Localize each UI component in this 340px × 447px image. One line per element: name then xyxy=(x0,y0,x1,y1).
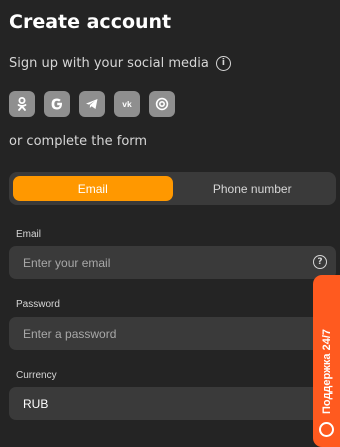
vk-icon: vk xyxy=(122,99,132,109)
email-field[interactable] xyxy=(23,255,322,270)
social-buttons: vk xyxy=(9,91,175,117)
currency-label: Currency xyxy=(16,370,57,381)
telegram-icon xyxy=(86,99,98,109)
social-signup-label: Sign up with your social media xyxy=(9,56,209,71)
social-signup-header: Sign up with your social media i xyxy=(9,56,231,71)
vk-button[interactable]: vk xyxy=(114,91,140,117)
email-field-container: ? xyxy=(9,246,336,279)
currency-select[interactable]: RUB xyxy=(9,387,336,420)
currency-value: RUB xyxy=(23,396,49,411)
chat-icon xyxy=(319,422,334,437)
svg-text:vk: vk xyxy=(122,99,132,109)
form-divider-text: or complete the form xyxy=(9,134,148,149)
google-button[interactable] xyxy=(44,91,70,117)
odnoklassniki-button[interactable] xyxy=(9,91,35,117)
mailru-icon xyxy=(155,97,169,111)
email-label: Email xyxy=(16,229,42,240)
support-button[interactable]: Поддержка 24/7 xyxy=(313,275,340,447)
password-field[interactable] xyxy=(23,326,322,341)
tab-email[interactable]: Email xyxy=(13,176,173,201)
odnoklassniki-icon xyxy=(17,97,27,111)
telegram-button[interactable] xyxy=(79,91,105,117)
mailru-button[interactable] xyxy=(149,91,175,117)
page-title: Create account xyxy=(9,11,172,33)
help-icon[interactable]: ? xyxy=(313,255,327,269)
support-label: Поддержка 24/7 xyxy=(320,328,333,414)
google-icon xyxy=(51,98,63,110)
password-field-container xyxy=(9,317,336,350)
password-label: Password xyxy=(16,299,60,310)
info-icon[interactable]: i xyxy=(215,56,231,71)
signup-method-tabs: Email Phone number xyxy=(9,172,336,205)
tab-phone-number[interactable]: Phone number xyxy=(173,176,333,201)
